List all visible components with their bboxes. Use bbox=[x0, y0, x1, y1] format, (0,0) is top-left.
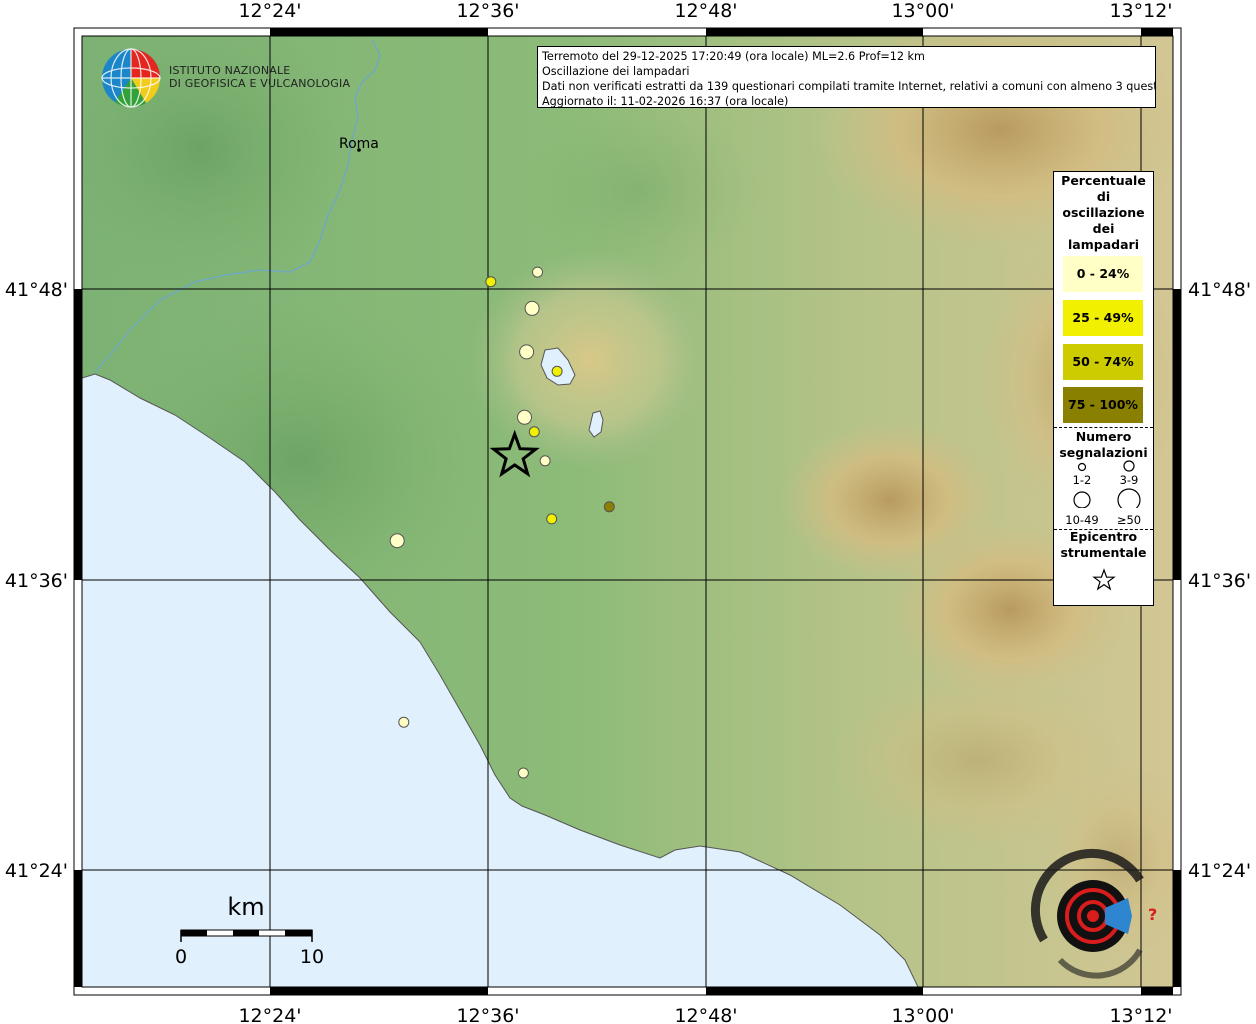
size-label-50plus: ≥50 bbox=[1116, 513, 1142, 527]
event-updated: Aggiornato il: 11-02-2026 16:37 (ora loc… bbox=[542, 95, 789, 108]
scale-end-label: 10 bbox=[300, 946, 324, 968]
lon-label-bottom-1: 12°24' bbox=[238, 1005, 301, 1024]
observation-point bbox=[532, 266, 543, 278]
observation-point bbox=[485, 276, 497, 288]
ingv-name-line-2: DI GEOFISICA E VULCANOLOGIA bbox=[169, 77, 351, 90]
lon-label-top-1: 12°24' bbox=[238, 0, 301, 22]
event-subtitle: Oscillazione dei lampadari bbox=[542, 65, 690, 78]
observation-point bbox=[519, 344, 535, 360]
event-title: Terremoto del 29-12-2025 17:20:49 (ora l… bbox=[542, 50, 925, 63]
legend-title-line: oscillazione bbox=[1062, 205, 1145, 220]
event-info-box: Terremoto del 29-12-2025 17:20:49 (ora l… bbox=[537, 46, 1156, 108]
lon-label-bottom-4: 13°00' bbox=[891, 1005, 954, 1024]
lat-label-right-3: 41°24' bbox=[1188, 860, 1251, 882]
observation-point bbox=[517, 409, 532, 425]
observation-point bbox=[539, 455, 551, 467]
scale-unit-label: km bbox=[227, 893, 264, 921]
ingv-logo bbox=[101, 48, 161, 108]
size-symbol-medium-icon bbox=[1123, 460, 1135, 472]
legend-title: Percentuale di oscillazione dei lampadar… bbox=[1054, 173, 1153, 253]
svg-text:?: ? bbox=[1148, 905, 1157, 924]
observation-point bbox=[524, 300, 540, 316]
size-symbol-small-icon bbox=[1077, 462, 1087, 472]
lon-label-bottom-5: 13°12' bbox=[1109, 1005, 1172, 1024]
legend-class-0: 0 - 24% bbox=[1063, 256, 1143, 292]
lat-label-left-3: 41°24' bbox=[5, 860, 68, 882]
alban-hills bbox=[470, 250, 710, 470]
legend-title-line: dei bbox=[1092, 221, 1115, 236]
lat-label-left-1: 41°48' bbox=[5, 279, 68, 301]
lon-label-top-2: 12°36' bbox=[456, 0, 519, 22]
size-symbol-large-icon bbox=[1073, 491, 1091, 508]
observation-point bbox=[546, 513, 558, 525]
lon-label-bottom-3: 12°48' bbox=[674, 1005, 737, 1024]
legend-class-1: 25 - 49% bbox=[1063, 300, 1143, 336]
observation-point bbox=[603, 501, 615, 513]
lat-label-left-2: 41°36' bbox=[5, 570, 68, 592]
legend-class-3: 75 - 100% bbox=[1063, 387, 1143, 423]
ingv-logo-text: ISTITUTO NAZIONALE DI GEOFISICA E VULCAN… bbox=[169, 64, 350, 90]
ingv-name-line-1: ISTITUTO NAZIONALE bbox=[169, 64, 291, 77]
lon-label-top-4: 13°00' bbox=[891, 0, 954, 22]
legend-epicenter-title: Epicentro strumentale bbox=[1054, 529, 1153, 561]
legend-count-title-line: Numero bbox=[1075, 429, 1132, 444]
legend-epicenter-title-line: strumentale bbox=[1060, 545, 1147, 560]
lat-label-right-1: 41°48' bbox=[1188, 279, 1251, 301]
legend-epicenter-title-line: Epicentro bbox=[1069, 529, 1138, 544]
legend-panel: Percentuale di oscillazione dei lampadar… bbox=[1053, 171, 1154, 606]
observation-point bbox=[528, 426, 540, 438]
legend-count-title: Numero segnalazioni bbox=[1054, 429, 1153, 461]
legend-divider bbox=[1054, 427, 1153, 428]
size-label-1-2: 1-2 bbox=[1072, 473, 1092, 487]
legend-class-2: 50 - 74% bbox=[1063, 344, 1143, 380]
observation-point bbox=[551, 365, 563, 377]
legend-epicenter-star-icon bbox=[1092, 568, 1116, 591]
scale-start-label: 0 bbox=[175, 946, 187, 968]
bottom-lon-labels: 12°24' 12°36' 12°48' 13°00' 13°12' bbox=[238, 1005, 1172, 1024]
legend-title-line: lampadari bbox=[1068, 237, 1139, 252]
terrain bbox=[82, 36, 1173, 987]
lon-label-bottom-2: 12°36' bbox=[456, 1005, 519, 1024]
size-label-10-49: 10-49 bbox=[1065, 513, 1099, 527]
left-lat-labels: 41°48' 41°36' 41°24' bbox=[5, 279, 68, 882]
observation-point bbox=[517, 767, 529, 779]
place-roma: Roma bbox=[339, 136, 379, 152]
size-symbol-xlarge-icon bbox=[1117, 488, 1141, 508]
legend-title-line: Percentuale bbox=[1061, 173, 1146, 188]
lat-label-right-2: 41°36' bbox=[1188, 570, 1251, 592]
lon-label-top-3: 12°48' bbox=[674, 0, 737, 22]
event-data-note: Dati non verificati estratti da 139 ques… bbox=[542, 80, 1156, 93]
size-label-3-9: 3-9 bbox=[1119, 473, 1139, 487]
lon-label-top-5: 13°12' bbox=[1109, 0, 1172, 22]
right-lat-labels: 41°48' 41°36' 41°24' bbox=[1188, 279, 1251, 882]
observation-point bbox=[398, 716, 410, 728]
place-label-roma: Roma bbox=[339, 136, 379, 152]
observation-point bbox=[389, 533, 405, 549]
legend-title-line: di bbox=[1096, 189, 1111, 204]
top-lon-labels: 12°24' 12°36' 12°48' 13°00' 13°12' bbox=[238, 0, 1172, 22]
